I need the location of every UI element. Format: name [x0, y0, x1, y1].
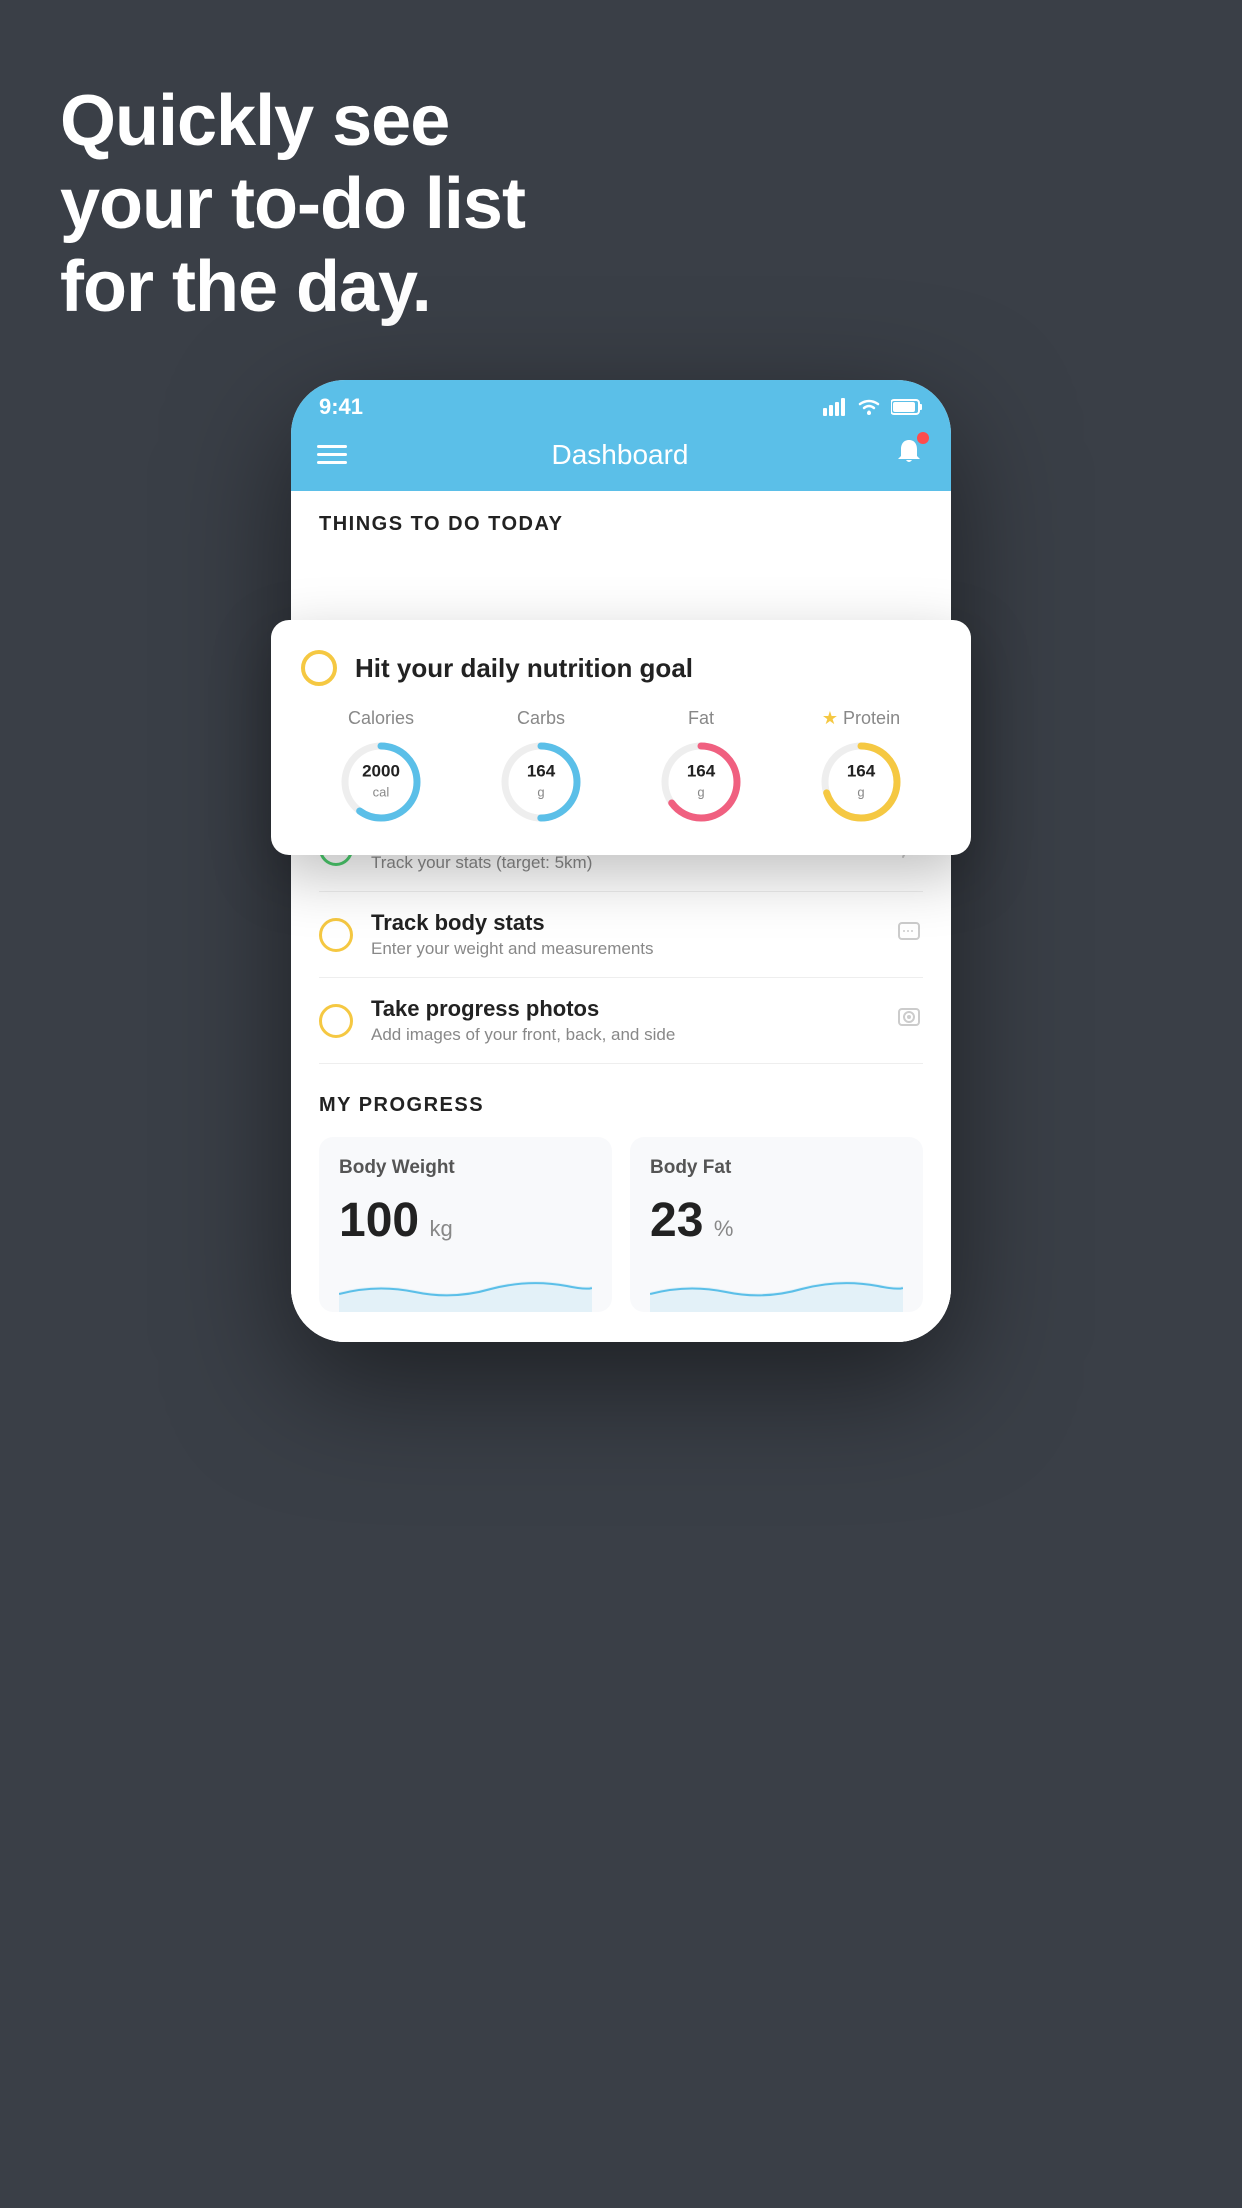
todo-circle	[319, 1004, 353, 1038]
section-header: THINGS TO DO TODAY	[291, 491, 951, 546]
macro-item-carbs: Carbs 164g	[496, 708, 586, 827]
todo-title: Track body stats	[371, 910, 877, 936]
progress-card-body-fat: Body Fat 23 %	[630, 1137, 923, 1312]
macro-ring: 164g	[816, 737, 906, 827]
macro-item-protein: ★Protein 164g	[816, 708, 906, 827]
macro-value: 2000cal	[362, 762, 400, 803]
macro-value: 164g	[527, 762, 555, 803]
todo-text: Take progress photos Add images of your …	[371, 996, 877, 1045]
nav-bar: Dashboard	[291, 426, 951, 491]
todo-subtitle: Track your stats (target: 5km)	[371, 853, 877, 873]
hamburger-menu[interactable]	[317, 445, 347, 464]
wifi-icon	[857, 398, 881, 416]
signal-icon	[823, 398, 847, 416]
macro-label: Calories	[348, 708, 414, 729]
status-bar: 9:41	[291, 380, 951, 426]
status-icons	[823, 398, 923, 416]
macro-ring: 2000cal	[336, 737, 426, 827]
notification-dot	[917, 432, 929, 444]
macro-label: ★Protein	[822, 708, 900, 729]
nav-title: Dashboard	[552, 439, 689, 471]
progress-header: MY PROGRESS	[319, 1094, 923, 1117]
card-title: Hit your daily nutrition goal	[355, 653, 693, 684]
todo-action-icon	[895, 1003, 923, 1038]
progress-chart	[339, 1262, 592, 1312]
progress-card-body-weight: Body Weight 100 kg	[319, 1137, 612, 1312]
notification-bell[interactable]	[893, 436, 925, 473]
macro-label: Fat	[688, 708, 714, 729]
progress-chart	[650, 1262, 903, 1312]
todo-title: Take progress photos	[371, 996, 877, 1022]
macro-value: 164g	[847, 762, 875, 803]
star-icon: ★	[822, 708, 838, 729]
progress-card-title: Body Weight	[339, 1157, 592, 1179]
todo-action-icon	[895, 917, 923, 952]
content-area: THINGS TO DO TODAY Running Track your st…	[291, 491, 951, 1342]
battery-icon	[891, 398, 923, 416]
macro-value: 164g	[687, 762, 715, 803]
progress-cards: Body Weight 100 kg Body Fat 23 %	[319, 1137, 923, 1312]
progress-card-value: 23 %	[650, 1193, 903, 1248]
todo-subtitle: Enter your weight and measurements	[371, 939, 877, 959]
macro-label: Carbs	[517, 708, 565, 729]
macro-item-fat: Fat 164g	[656, 708, 746, 827]
todo-item-body-stats[interactable]: Track body stats Enter your weight and m…	[319, 892, 923, 978]
macro-item-calories: Calories 2000cal	[336, 708, 426, 827]
macros-row: Calories 2000cal Carbs 164g Fat 164g	[301, 708, 941, 827]
nutrition-card: Hit your daily nutrition goal Calories 2…	[271, 620, 971, 855]
progress-section: MY PROGRESS Body Weight 100 kg Body Fat …	[291, 1064, 951, 1342]
todo-item-progress-photo[interactable]: Take progress photos Add images of your …	[319, 978, 923, 1064]
todo-circle	[319, 918, 353, 952]
phone-mockup: 9:41	[291, 380, 951, 1342]
progress-card-title: Body Fat	[650, 1157, 903, 1179]
todo-text: Track body stats Enter your weight and m…	[371, 910, 877, 959]
progress-card-value: 100 kg	[339, 1193, 592, 1248]
hero-text: Quickly see your to-do list for the day.	[60, 80, 525, 328]
macro-ring: 164g	[656, 737, 746, 827]
macro-ring: 164g	[496, 737, 586, 827]
todo-subtitle: Add images of your front, back, and side	[371, 1025, 877, 1045]
status-time: 9:41	[319, 394, 363, 420]
card-check-circle	[301, 650, 337, 686]
